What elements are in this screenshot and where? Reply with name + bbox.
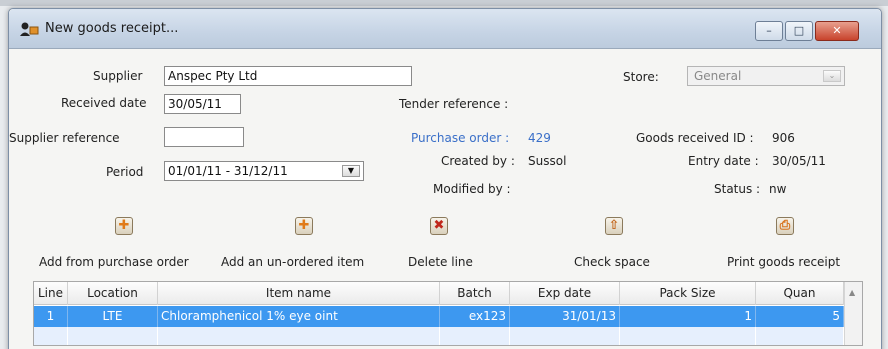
period-label: Period [106, 165, 144, 179]
supplier-input[interactable]: Anspec Pty Ltd [164, 66, 412, 86]
print-goods-receipt-label[interactable]: Print goods receipt [727, 255, 840, 269]
purchase-order-value[interactable]: 429 [528, 131, 551, 145]
window-title: New goods receipt... [45, 21, 179, 36]
cell-exp-date: 31/01/13 [510, 306, 620, 327]
supplier-label: Supplier [93, 69, 143, 83]
column-header-location[interactable]: Location [68, 282, 158, 305]
column-header-exp-date[interactable]: Exp date [510, 282, 620, 305]
cell-line: 1 [34, 306, 68, 327]
maximize-button[interactable]: □ [785, 21, 813, 41]
cell-location: LTE [68, 306, 158, 327]
print-goods-receipt-button[interactable]: ⎙ [776, 217, 794, 235]
received-date-input[interactable]: 30/05/11 [164, 94, 241, 114]
add-unordered-item-button[interactable]: ✚ [295, 217, 313, 235]
print-icon: ⎙ [779, 218, 791, 233]
status-label: Status : [714, 182, 761, 196]
close-button[interactable]: ✕ [815, 21, 859, 41]
created-by-value: Sussol [528, 154, 567, 168]
store-label: Store: [623, 70, 659, 84]
purchase-order-link[interactable]: Purchase order : [411, 131, 509, 145]
modified-by-label: Modified by : [433, 182, 511, 196]
cell-pack-size: 1 [620, 306, 756, 327]
add-from-purchase-order-button[interactable]: ✚ [115, 217, 133, 235]
empty-cell [34, 327, 68, 345]
column-header-batch[interactable]: Batch [440, 282, 510, 305]
entry-date-label: Entry date : [688, 154, 759, 168]
empty-cell [756, 327, 844, 345]
cell-quantity: 5 [756, 306, 844, 327]
goods-receipt-lines-table[interactable]: Line Location Item name Batch Exp date P… [33, 281, 863, 346]
store-select: General ⌄ [687, 66, 845, 86]
empty-cell [158, 327, 440, 345]
empty-cell [68, 327, 158, 345]
column-header-pack-size[interactable]: Pack Size [620, 282, 756, 305]
entry-date-value: 30/05/11 [772, 154, 826, 168]
chevron-down-icon[interactable]: ▼ [342, 165, 360, 177]
empty-cell [510, 327, 620, 345]
chevron-down-icon: ⌄ [823, 70, 841, 82]
table-row[interactable]: 1 LTE Chloramphenicol 1% eye oint ex123 … [34, 306, 844, 327]
delete-line-label[interactable]: Delete line [408, 255, 473, 269]
add-orange-icon: ✚ [118, 218, 130, 233]
check-space-button[interactable]: ⇧ [605, 217, 623, 235]
supplier-reference-label: Supplier reference [9, 131, 120, 145]
store-select-value: General [694, 69, 742, 83]
cell-batch: ex123 [440, 306, 510, 327]
add-from-purchase-order-label[interactable]: Add from purchase order [39, 255, 189, 269]
goods-received-id-label: Goods received ID : [636, 131, 754, 145]
table-row-empty[interactable] [34, 327, 844, 345]
add-orange-icon: ✚ [298, 218, 310, 233]
empty-cell [440, 327, 510, 345]
minimize-button[interactable]: – [755, 21, 783, 41]
title-bar[interactable]: New goods receipt... – □ ✕ [9, 9, 881, 49]
column-header-item-name[interactable]: Item name [158, 282, 440, 305]
goods-receipt-app-icon [20, 22, 39, 36]
table-scrollbar[interactable]: ▲ [844, 282, 862, 345]
cell-item-name: Chloramphenicol 1% eye oint [158, 306, 440, 327]
check-space-icon: ⇧ [608, 218, 620, 233]
column-header-line[interactable]: Line [34, 282, 68, 305]
received-date-label: Received date [61, 96, 147, 110]
goods-received-id-value: 906 [772, 131, 795, 145]
empty-cell [620, 327, 756, 345]
period-select[interactable]: 01/01/11 - 31/12/11 ▼ [164, 161, 364, 181]
goods-receipt-window: New goods receipt... – □ ✕ Supplier Ansp… [8, 8, 882, 349]
delete-red-x-icon: ✖ [433, 218, 445, 233]
tender-reference-label: Tender reference : [399, 97, 509, 111]
period-select-value: 01/01/11 - 31/12/11 [168, 164, 288, 178]
add-unordered-item-label[interactable]: Add an un-ordered item [221, 255, 364, 269]
scroll-up-icon[interactable]: ▲ [849, 288, 855, 297]
delete-line-button[interactable]: ✖ [430, 217, 448, 235]
supplier-reference-input[interactable] [164, 127, 244, 147]
status-value: nw [769, 182, 787, 196]
check-space-label[interactable]: Check space [574, 255, 650, 269]
background-window-strip [0, 0, 888, 6]
column-header-quantity[interactable]: Quan [756, 282, 844, 305]
created-by-label: Created by : [441, 154, 515, 168]
table-header: Line Location Item name Batch Exp date P… [34, 282, 862, 305]
